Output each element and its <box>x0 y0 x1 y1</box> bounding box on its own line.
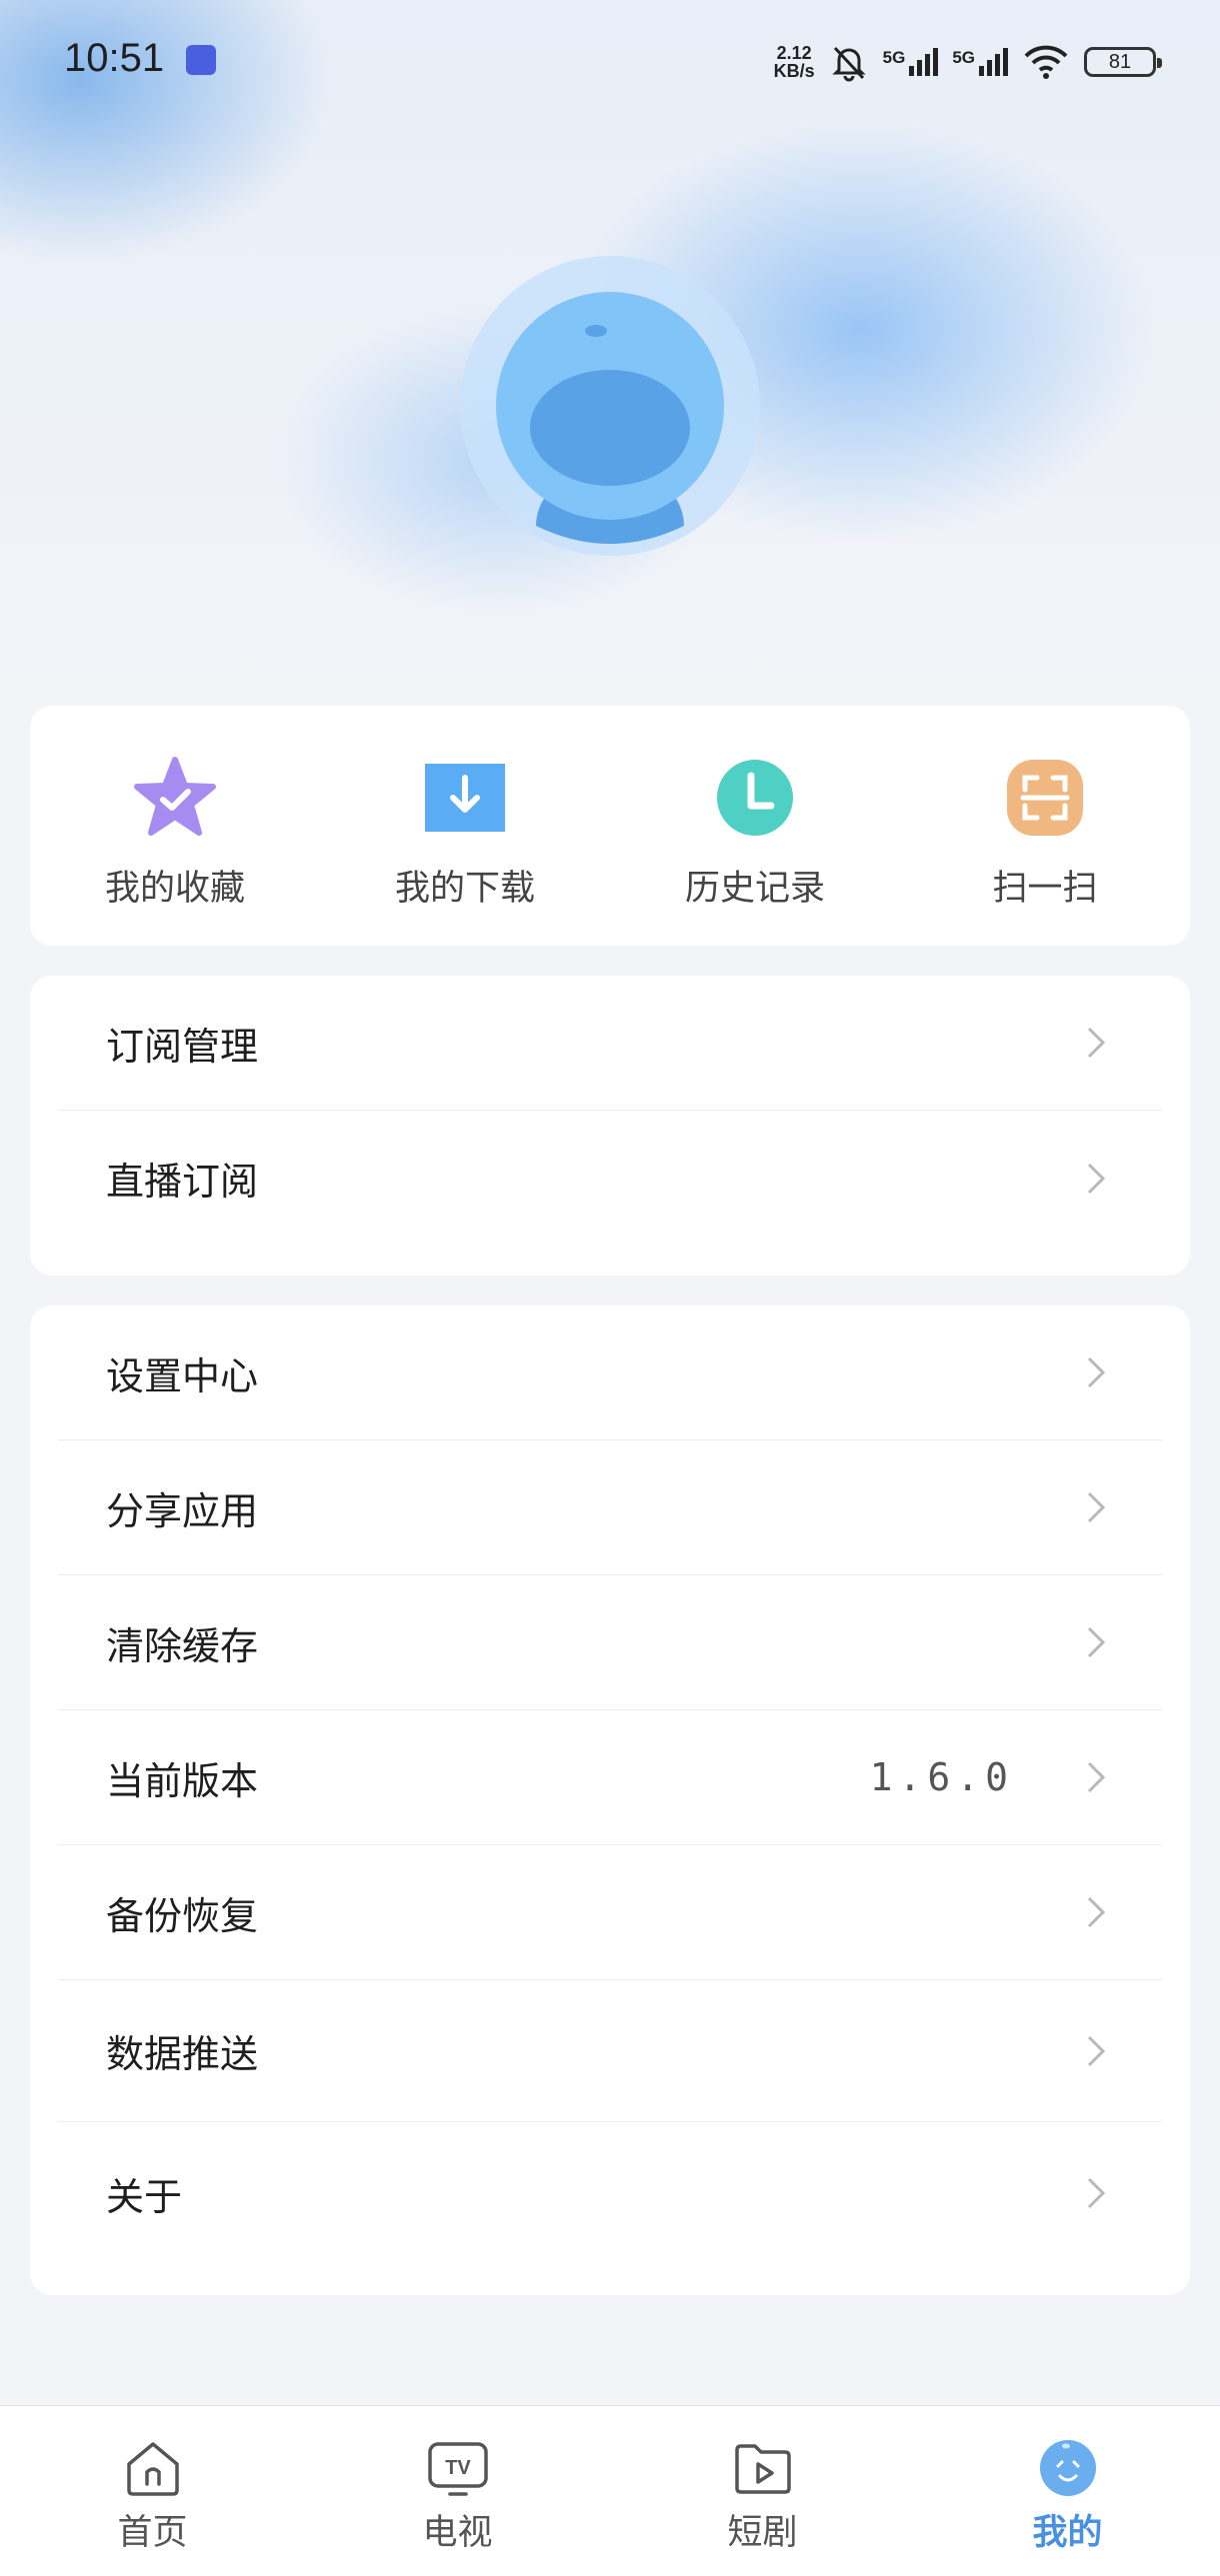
battery-level: 81 <box>1108 50 1132 73</box>
menu-about[interactable]: 关于 <box>58 2122 1162 2264</box>
chevron-right-icon <box>1087 2177 1106 2209</box>
sim1-label: 5G <box>882 48 906 67</box>
chevron-right-icon <box>1087 1896 1106 1928</box>
chevron-right-icon <box>1087 2035 1106 2066</box>
menu-label: 分享应用 <box>106 1488 259 1533</box>
chevron-right-icon <box>1087 1027 1106 1059</box>
history-label: 历史记录 <box>684 869 825 909</box>
nav-label: 我的 <box>1032 2513 1103 2553</box>
signal-sim1-icon: 5G <box>883 48 939 76</box>
downloads-label: 我的下载 <box>394 869 535 909</box>
chevron-right-icon <box>1087 1761 1106 1793</box>
version-value: 1.6.0 <box>869 1755 1014 1799</box>
signal-sim2-icon: 5G <box>952 48 1008 76</box>
downloads-button[interactable]: 我的下载 <box>320 706 610 946</box>
download-icon <box>423 756 507 840</box>
network-speed: 2.12 KB/s <box>774 44 815 80</box>
bell-muted-icon <box>832 46 866 82</box>
home-icon <box>126 2442 179 2496</box>
menu-clear-cache[interactable]: 清除缓存 <box>58 1575 1162 1710</box>
chevron-right-icon <box>1087 1626 1106 1658</box>
menu-subscription-management[interactable]: 订阅管理 <box>58 976 1162 1111</box>
wifi-icon <box>1024 45 1068 79</box>
chevron-right-icon <box>1087 1163 1106 1194</box>
bottom-navigation: 首页 TV 电视 短剧 我的 <box>0 2405 1220 2576</box>
scan-label: 扫一扫 <box>992 869 1098 909</box>
user-avatar[interactable] <box>460 256 760 556</box>
menu-label: 设置中心 <box>106 1353 259 1398</box>
menu-share-app[interactable]: 分享应用 <box>58 1440 1162 1575</box>
network-speed-unit: KB/s <box>773 61 815 81</box>
menu-label: 订阅管理 <box>106 1024 259 1069</box>
menu-backup-restore[interactable]: 备份恢复 <box>58 1845 1162 1980</box>
nav-label: 短剧 <box>727 2513 798 2553</box>
status-bar: 10:51 2.12 KB/s 5G 5G 81 <box>0 0 1220 125</box>
menu-label: 数据推送 <box>106 2032 259 2076</box>
chevron-right-icon <box>1087 1356 1106 1388</box>
profile-face-icon <box>1039 2440 1096 2496</box>
nav-tv[interactable]: TV 电视 <box>305 2406 610 2576</box>
chevron-right-icon <box>1087 1491 1106 1523</box>
clock-icon <box>713 756 797 840</box>
menu-label: 当前版本 <box>106 1758 259 1803</box>
nav-short-drama[interactable]: 短剧 <box>610 2406 915 2576</box>
nav-label: 首页 <box>117 2513 188 2553</box>
play-folder-icon <box>734 2444 791 2494</box>
app-notification-icon <box>186 45 216 75</box>
status-indicators: 2.12 KB/s 5G 5G 81 <box>774 38 1162 86</box>
menu-data-push[interactable]: 数据推送 <box>58 1980 1162 2122</box>
menu-current-version[interactable]: 当前版本 1.6.0 <box>58 1710 1162 1845</box>
battery-indicator: 81 <box>1084 47 1162 77</box>
menu-live-subscription[interactable]: 直播订阅 <box>58 1111 1162 1246</box>
favorites-label: 我的收藏 <box>104 869 245 909</box>
nav-home[interactable]: 首页 <box>0 2406 305 2576</box>
history-button[interactable]: 历史记录 <box>610 706 900 946</box>
subscriptions-card: 订阅管理 直播订阅 <box>30 976 1190 1276</box>
svg-text:TV: TV <box>445 2457 471 2479</box>
sim2-label: 5G <box>952 48 975 67</box>
menu-label: 直播订阅 <box>106 1160 259 1204</box>
menu-label: 关于 <box>106 2174 183 2219</box>
favorites-button[interactable]: 我的收藏 <box>30 706 320 946</box>
tv-icon: TV <box>427 2442 488 2496</box>
scan-button[interactable]: 扫一扫 <box>900 706 1190 946</box>
scan-icon <box>1003 756 1087 840</box>
menu-label: 清除缓存 <box>106 1623 259 1668</box>
status-time: 10:51 <box>64 36 165 80</box>
settings-card: 设置中心 分享应用 清除缓存 当前版本 1.6.0 备份恢复 数据推送 关于 <box>30 1305 1190 2295</box>
menu-label: 备份恢复 <box>106 1893 259 1938</box>
menu-settings-center[interactable]: 设置中心 <box>58 1305 1162 1440</box>
quick-actions-card: 我的收藏 我的下载 历史记录 扫一扫 <box>30 706 1190 946</box>
star-check-icon <box>133 756 217 840</box>
nav-label: 电视 <box>422 2513 493 2553</box>
network-speed-value: 2.12 <box>776 43 812 63</box>
nav-mine[interactable]: 我的 <box>915 2406 1220 2576</box>
